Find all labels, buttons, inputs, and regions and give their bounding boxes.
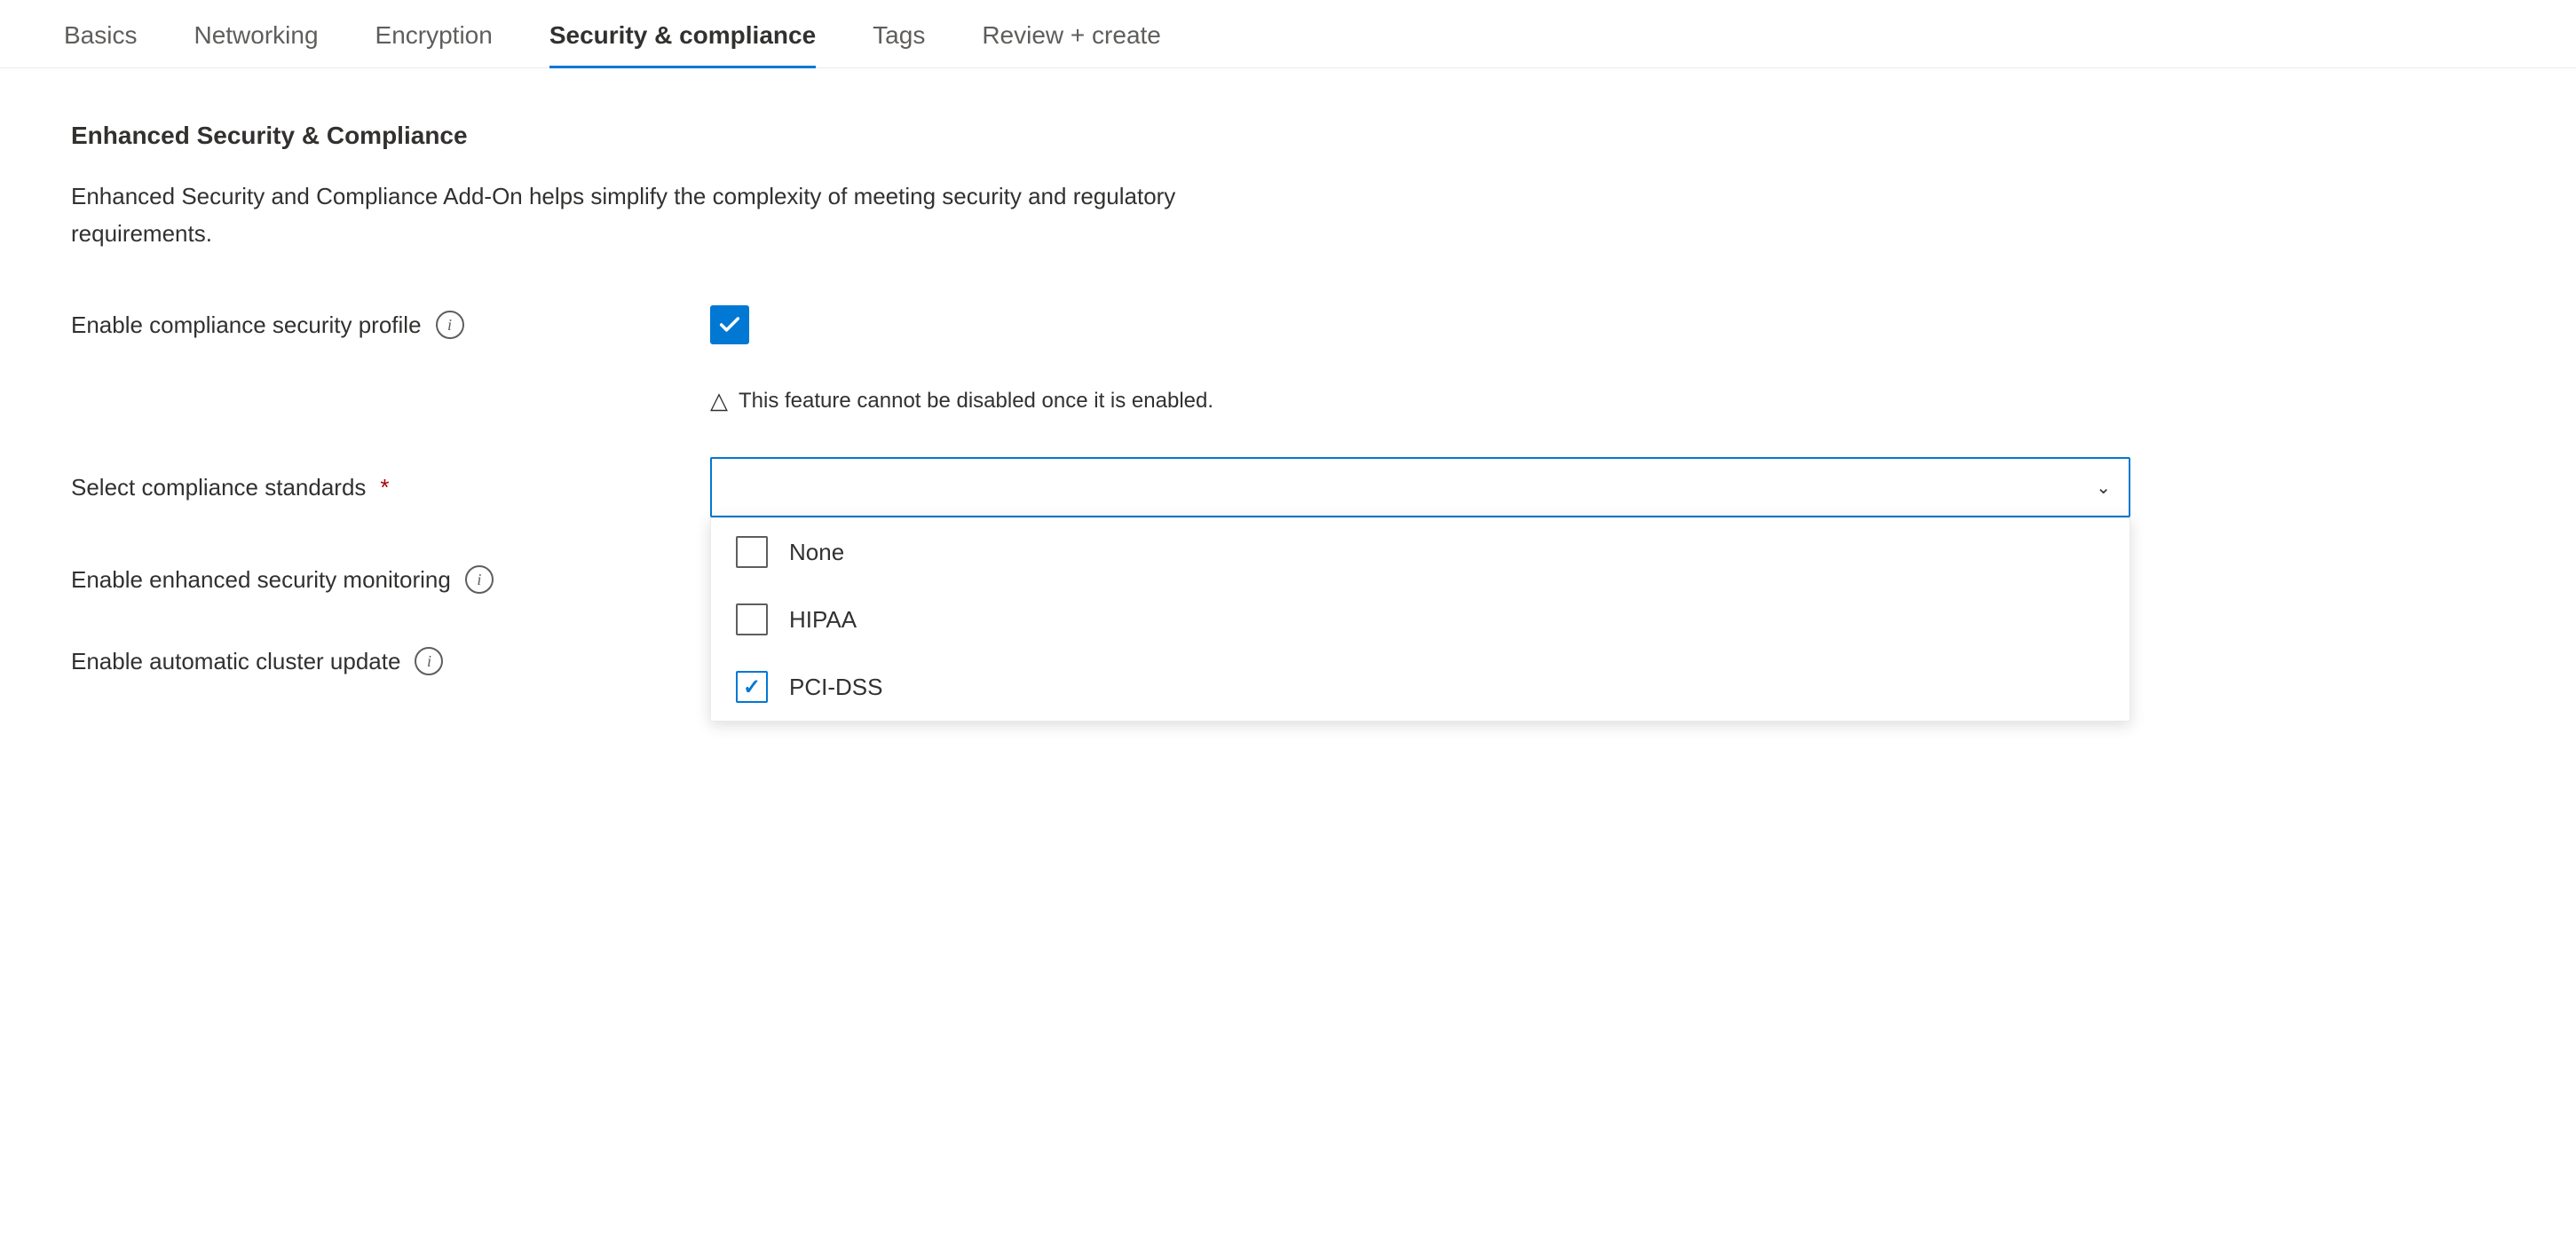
- compliance-standards-dropdown[interactable]: ⌄: [710, 457, 2130, 517]
- compliance-standards-menu: None HIPAA PCI-DSS: [710, 517, 2130, 722]
- section-description: Enhanced Security and Compliance Add-On …: [71, 178, 1314, 252]
- pci-dss-label: PCI-DSS: [789, 674, 882, 701]
- compliance-profile-row: Enable compliance security profile i: [71, 305, 2237, 344]
- chevron-down-icon: ⌄: [2096, 477, 2111, 499]
- required-indicator: *: [380, 474, 389, 501]
- dropdown-option-none[interactable]: None: [711, 518, 2130, 586]
- tab-basics[interactable]: Basics: [36, 0, 165, 67]
- pci-dss-checkbox[interactable]: [736, 671, 768, 703]
- hipaa-checkbox[interactable]: [736, 603, 768, 635]
- none-label: None: [789, 539, 844, 566]
- compliance-profile-info-icon[interactable]: i: [436, 311, 464, 339]
- compliance-standards-row: Select compliance standards * ⌄ None: [71, 457, 2237, 517]
- compliance-standards-label: Select compliance standards *: [71, 474, 675, 501]
- hipaa-label: HIPAA: [789, 606, 857, 634]
- tab-encryption[interactable]: Encryption: [347, 0, 521, 67]
- cluster-update-label: Enable automatic cluster update i: [71, 647, 675, 675]
- page-container: Basics Networking Encryption Security & …: [0, 0, 2576, 1246]
- dropdown-option-pci-dss[interactable]: PCI-DSS: [711, 653, 2130, 721]
- warning-text: This feature cannot be disabled once it …: [739, 389, 1213, 414]
- main-content: Enhanced Security & Compliance Enhanced …: [0, 68, 2308, 777]
- none-checkbox[interactable]: [736, 536, 768, 568]
- security-monitoring-label: Enable enhanced security monitoring i: [71, 565, 675, 594]
- compliance-profile-label: Enable compliance security profile i: [71, 311, 675, 339]
- compliance-standards-dropdown-container: ⌄ None HIPAA: [710, 457, 2130, 517]
- tab-tags[interactable]: Tags: [844, 0, 953, 67]
- check-icon: [717, 312, 742, 337]
- dropdown-option-hipaa[interactable]: HIPAA: [711, 586, 2130, 653]
- tab-navigation: Basics Networking Encryption Security & …: [0, 0, 2576, 68]
- tab-security[interactable]: Security & compliance: [521, 0, 844, 67]
- section-title: Enhanced Security & Compliance: [71, 122, 2237, 150]
- cluster-update-info-icon[interactable]: i: [415, 647, 443, 675]
- tab-networking[interactable]: Networking: [165, 0, 346, 67]
- warning-icon: △: [710, 387, 728, 414]
- warning-row: △ This feature cannot be disabled once i…: [710, 387, 2237, 414]
- tab-review[interactable]: Review + create: [953, 0, 1189, 67]
- security-monitoring-info-icon[interactable]: i: [465, 565, 494, 594]
- compliance-profile-checkbox[interactable]: [710, 305, 749, 344]
